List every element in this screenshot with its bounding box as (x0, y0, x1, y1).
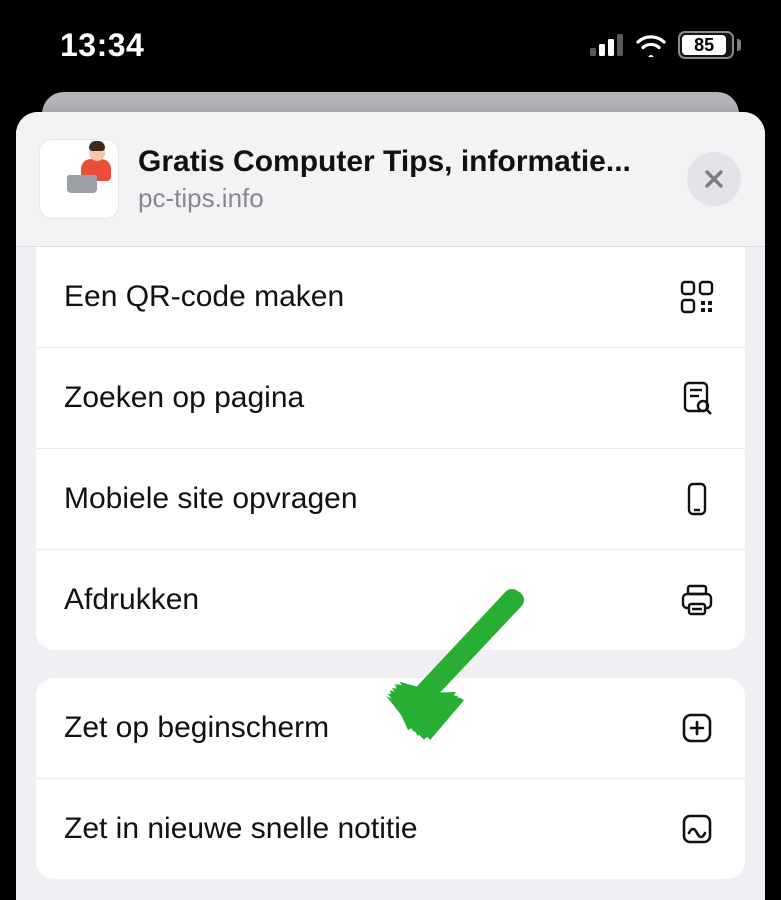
screen: 13:34 85 (0, 0, 781, 900)
cellular-icon (590, 34, 624, 56)
action-label: Mobiele site opvragen (64, 482, 358, 516)
action-label: Afdrukken (64, 583, 199, 617)
action-label: Een QR-code maken (64, 280, 344, 314)
actions-scroll[interactable]: Een QR-code maken Z (16, 247, 765, 879)
header-text: Gratis Computer Tips, informatie... pc-t… (138, 145, 667, 214)
status-indicators: 85 (590, 31, 741, 59)
action-label: Zet op beginscherm (64, 711, 329, 745)
mobile-site-icon (677, 479, 717, 519)
status-bar: 13:34 85 (0, 0, 781, 90)
battery-icon: 85 (678, 31, 741, 59)
status-time: 13:34 (60, 27, 144, 64)
action-quick-note[interactable]: Zet in nieuwe snelle notitie (36, 778, 745, 879)
quick-note-icon (677, 809, 717, 849)
action-label: Zoeken op pagina (64, 381, 304, 415)
page-domain: pc-tips.info (138, 183, 667, 214)
share-sheet: Gratis Computer Tips, informatie... pc-t… (16, 112, 765, 900)
action-add-to-home[interactable]: Zet op beginscherm (36, 678, 745, 778)
add-to-home-icon (677, 708, 717, 748)
close-icon (702, 167, 726, 191)
action-find-on-page[interactable]: Zoeken op pagina (36, 347, 745, 448)
action-print[interactable]: Afdrukken (36, 549, 745, 650)
qr-code-icon (677, 277, 717, 317)
close-button[interactable] (687, 152, 741, 206)
action-group: Zet op beginscherm Zet in nieuwe snelle … (36, 678, 745, 879)
page-title: Gratis Computer Tips, informatie... (138, 145, 667, 179)
action-label: Zet in nieuwe snelle notitie (64, 812, 418, 846)
sheet-header: Gratis Computer Tips, informatie... pc-t… (16, 112, 765, 247)
action-group: Een QR-code maken Z (36, 247, 745, 650)
action-request-mobile-site[interactable]: Mobiele site opvragen (36, 448, 745, 549)
find-on-page-icon (677, 378, 717, 418)
battery-percent: 85 (682, 35, 726, 55)
action-qr-code[interactable]: Een QR-code maken (36, 247, 745, 347)
site-favicon (40, 140, 118, 218)
printer-icon (677, 580, 717, 620)
wifi-icon (634, 33, 668, 57)
